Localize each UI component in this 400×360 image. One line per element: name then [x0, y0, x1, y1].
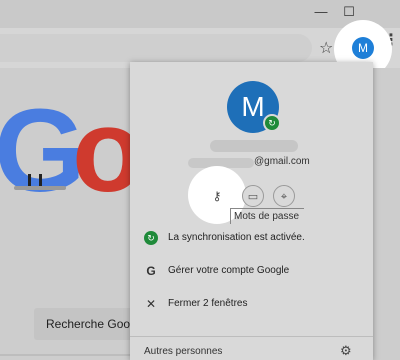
sync-badge-icon: ↻: [263, 114, 281, 132]
divider: [0, 354, 130, 356]
gear-icon[interactable]: ⚙: [340, 343, 352, 359]
manage-account-label: Gérer votre compte Google: [168, 265, 290, 276]
doodle-feet: [28, 174, 42, 186]
maximize-icon[interactable]: ☐: [338, 3, 360, 21]
profile-email: @gmail.com: [254, 156, 310, 167]
sync-icon: ↻: [144, 231, 158, 245]
close-windows-label: Fermer 2 fenêtres: [168, 298, 248, 309]
location-pin-icon[interactable]: ⌖: [273, 185, 295, 207]
menu-divider: [130, 336, 373, 337]
tooltip-label: Mots de passe: [234, 211, 300, 222]
doodle-shadow: [14, 186, 66, 190]
other-people-label: Autres personnes: [144, 346, 223, 357]
google-icon: G: [146, 264, 156, 278]
profile-name-redacted: [210, 140, 298, 152]
sync-status-label: La synchronisation est activée.: [168, 232, 305, 243]
profile-menu: M ↻ @gmail.com ⚷ ▭ ⌖ Mots de passe ↻ La …: [130, 62, 373, 360]
minimize-icon[interactable]: —: [310, 3, 332, 21]
bookmark-star-icon[interactable]: ☆: [319, 38, 333, 58]
profile-avatar-button[interactable]: M: [352, 37, 374, 59]
sync-status-row[interactable]: ↻ La synchronisation est activée.: [130, 227, 373, 251]
key-icon[interactable]: ⚷: [206, 185, 228, 207]
address-bar[interactable]: [0, 34, 312, 62]
title-bar: — ☐: [0, 0, 400, 28]
close-windows-row[interactable]: ✕ Fermer 2 fenêtres: [130, 293, 373, 317]
close-icon: ✕: [145, 297, 157, 311]
manage-account-row[interactable]: G Gérer votre compte Google: [130, 260, 373, 284]
credit-card-icon[interactable]: ▭: [242, 185, 264, 207]
google-search-button[interactable]: Recherche Goog: [34, 308, 144, 340]
